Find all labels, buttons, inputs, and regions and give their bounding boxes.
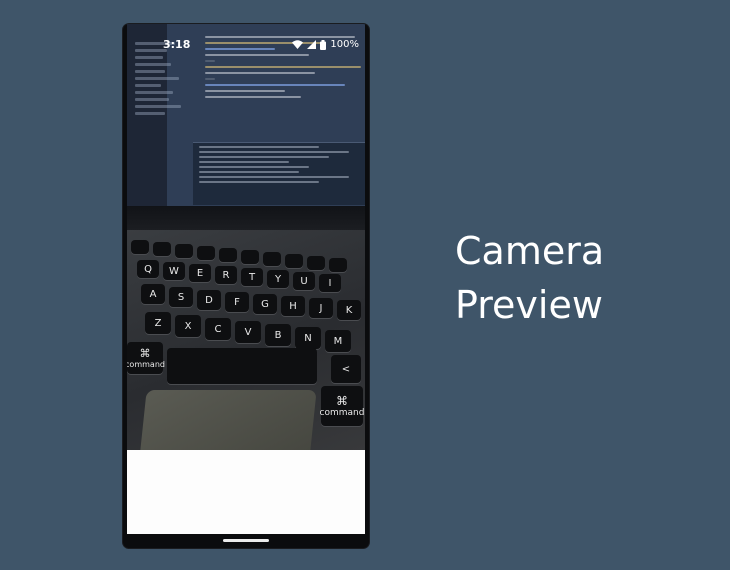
title-line-2: Preview	[455, 283, 603, 327]
bottom-panel	[127, 450, 365, 534]
keyboard-deck: Q W E R T Y U I A S D F G H J K Z X C V …	[127, 230, 365, 450]
key-z: Z	[145, 312, 171, 334]
status-bar: 3:18 100%	[127, 38, 365, 54]
command-symbol-right: ⌘	[336, 394, 348, 408]
key-f: F	[225, 292, 249, 312]
key-t: T	[241, 268, 263, 286]
key-less-than: <	[331, 355, 361, 383]
battery-icon	[320, 39, 327, 50]
key-g: G	[253, 294, 277, 314]
battery-percent: 100%	[330, 39, 359, 50]
key-r: R	[215, 266, 237, 284]
key-b: B	[265, 324, 291, 346]
space-bar	[167, 348, 317, 384]
key-v: V	[235, 321, 261, 343]
key-m: M	[325, 330, 351, 352]
key-j: J	[309, 298, 333, 318]
command-key-left: ⌘ command	[127, 342, 165, 374]
page-title: Camera Preview	[455, 224, 604, 332]
key-c: C	[205, 318, 231, 340]
signal-icon	[307, 40, 317, 49]
phone-frame: Q W E R T Y U I A S D F G H J K Z X C V …	[123, 24, 369, 548]
status-time: 3:18	[163, 38, 191, 51]
command-label-right: command	[319, 408, 365, 418]
key-h: H	[281, 296, 305, 316]
title-line-1: Camera	[455, 229, 605, 273]
key-w: W	[163, 262, 185, 280]
home-indicator[interactable]	[223, 539, 269, 542]
key-q: Q	[137, 260, 159, 278]
key-s: S	[169, 287, 193, 307]
key-i: I	[319, 274, 341, 292]
key-x: X	[175, 315, 201, 337]
trackpad	[139, 390, 317, 450]
command-label-left: command	[127, 360, 165, 369]
key-a: A	[141, 284, 165, 304]
key-d: D	[197, 290, 221, 310]
command-symbol-left: ⌘	[139, 347, 151, 360]
key-e: E	[189, 264, 211, 282]
key-n: N	[295, 327, 321, 349]
status-icons: 100%	[292, 39, 359, 50]
key-u: U	[293, 272, 315, 290]
terminal-panel	[193, 142, 365, 205]
file-explorer	[135, 38, 195, 188]
key-k: K	[337, 300, 361, 320]
key-y: Y	[267, 270, 289, 288]
command-key-right: ⌘ command	[319, 386, 365, 426]
wifi-icon	[292, 40, 304, 49]
camera-preview: Q W E R T Y U I A S D F G H J K Z X C V …	[127, 24, 365, 450]
